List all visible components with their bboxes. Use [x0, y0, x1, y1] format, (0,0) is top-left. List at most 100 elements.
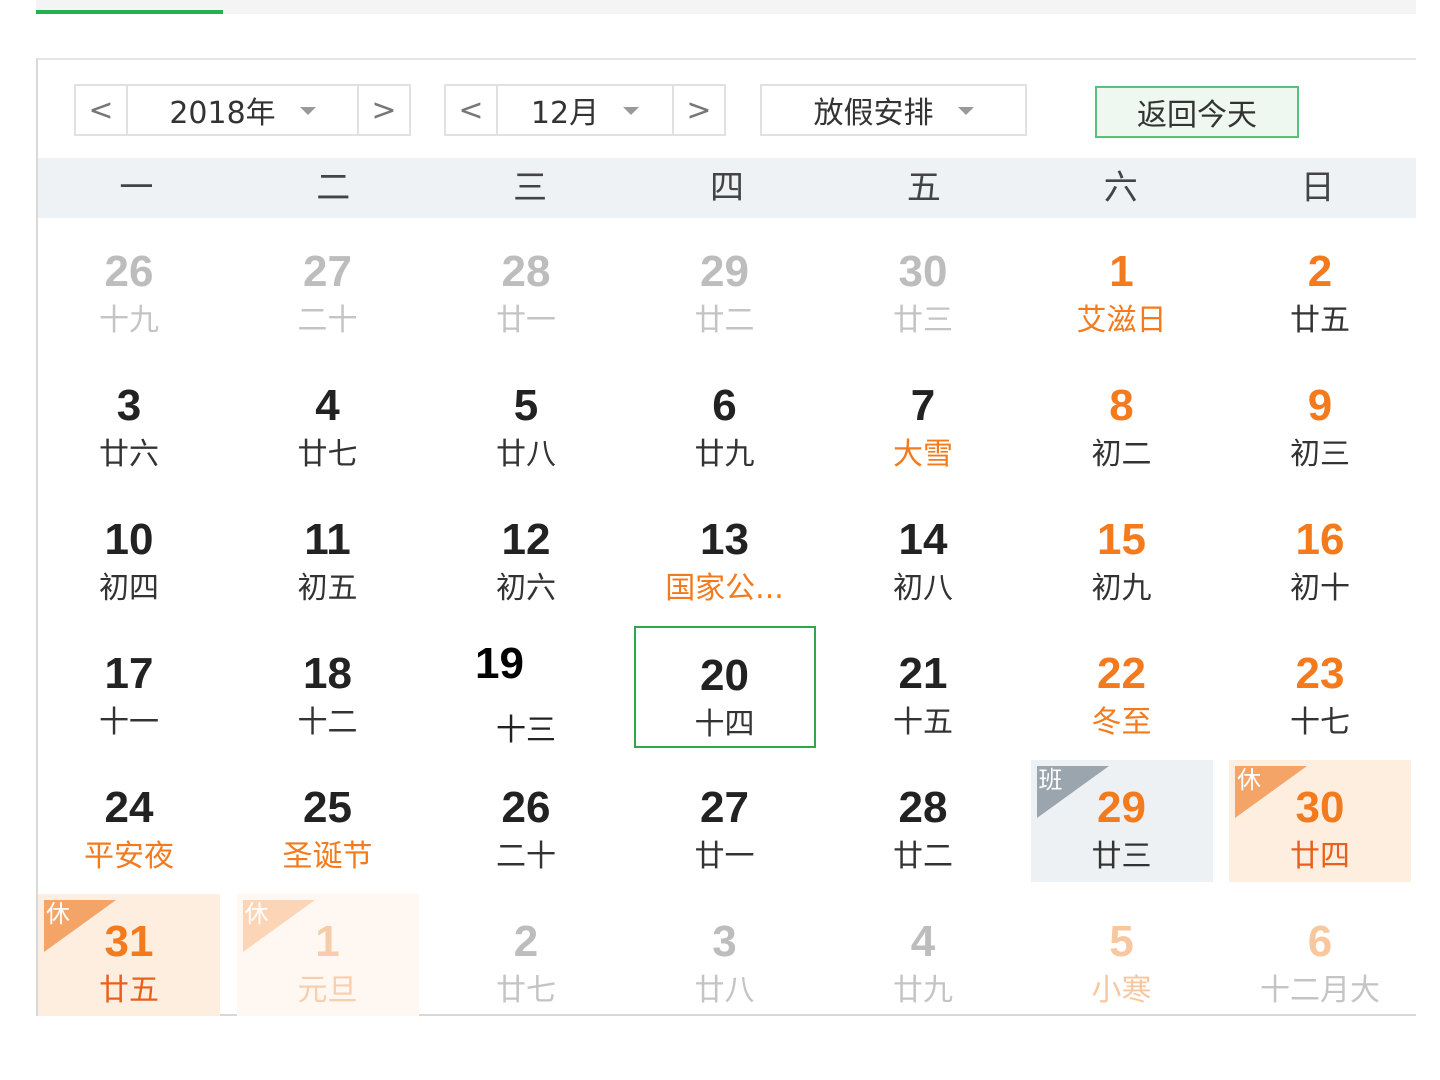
day-number: 10 [104, 515, 154, 564]
day-cell[interactable]: 3 廿六 [38, 358, 220, 480]
day-cell[interactable]: 4 廿七 [237, 358, 419, 480]
holiday-value: 放假安排 [813, 96, 934, 131]
weekday-header: 一 二 三 四 五 六 日 [38, 158, 1416, 218]
day-cell[interactable]: 27 二十 [237, 224, 419, 346]
prev-year-button[interactable]: < [76, 86, 128, 134]
day-number: 9 [1307, 381, 1333, 430]
calendar-grid: 26 十九 27 二十 28 廿一 29 廿二 30 廿三 1 艾滋日 2 廿五 3 廿六 4 廿七 5 廿八 6 廿九 7… [38, 218, 1416, 1016]
lunar-date: 十七 [1290, 705, 1350, 740]
next-month-button[interactable]: > [672, 86, 724, 134]
day-cell[interactable]: 8 初二 [1031, 358, 1213, 480]
day-number: 5 [1109, 917, 1134, 966]
day-cell[interactable]: 班 29 廿三 [1030, 760, 1213, 882]
day-cell[interactable]: 26 二十 [435, 760, 617, 882]
day-cell[interactable]: 2 廿七 [435, 894, 617, 1016]
lunar-date: 艾滋日 [1076, 303, 1167, 338]
top-tab-strip [36, 0, 1416, 14]
lunar-date: 二十 [297, 303, 358, 338]
day-cell[interactable]: 25 圣诞节 [237, 760, 419, 882]
day-cell[interactable]: 26 十九 [38, 224, 220, 346]
day-cell[interactable]: 27 廿一 [634, 760, 816, 882]
day-cell[interactable]: 20 十四 [633, 626, 816, 748]
day-cell[interactable]: 21 十五 [832, 626, 1014, 748]
chevron-down-icon [623, 107, 640, 115]
day-cell[interactable]: 17 十一 [38, 626, 220, 748]
day-cell[interactable]: 19 十三 [435, 626, 617, 748]
day-number: 29 [700, 247, 749, 296]
day-cell[interactable]: 13 国家公... [634, 492, 816, 614]
lunar-date: 廿八 [496, 437, 556, 472]
day-number: 31 [104, 917, 154, 966]
day-number: 24 [104, 783, 154, 832]
lunar-date: 圣诞节 [282, 839, 373, 874]
calendar-controls: < 2018年 > < 12月 > 放假安排 返回今天 [36, 84, 1416, 140]
lunar-date: 十五 [893, 705, 953, 740]
day-cell[interactable]: 7 大雪 [832, 358, 1014, 480]
day-cell[interactable]: 10 初四 [38, 492, 220, 614]
day-cell[interactable]: 23 十七 [1229, 626, 1411, 748]
day-number: 4 [315, 381, 340, 430]
lunar-date: 冬至 [1091, 705, 1152, 740]
day-cell[interactable]: 30 廿三 [832, 224, 1014, 346]
lunar-date: 廿七 [297, 437, 358, 472]
day-number: 2 [1307, 247, 1333, 296]
day-cell[interactable]: 2 廿五 [1229, 224, 1411, 346]
day-number: 17 [104, 649, 154, 698]
day-number: 13 [700, 515, 749, 564]
day-number: 7 [910, 381, 936, 430]
day-number: 26 [501, 783, 551, 832]
lunar-date: 廿七 [496, 973, 556, 1008]
day-cell[interactable]: 4 廿九 [832, 894, 1014, 1016]
day-cell[interactable]: 18 十二 [237, 626, 419, 748]
day-cell[interactable]: 11 初五 [237, 492, 419, 614]
day-cell[interactable]: 6 十二月大 [1229, 894, 1411, 1016]
day-cell[interactable]: 15 初九 [1031, 492, 1213, 614]
day-cell[interactable]: 22 冬至 [1031, 626, 1213, 748]
lunar-date: 廿一 [496, 303, 556, 338]
day-cell[interactable]: 9 初三 [1229, 358, 1411, 480]
day-cell[interactable]: 5 小寒 [1031, 894, 1213, 1016]
day-cell[interactable]: 14 初八 [832, 492, 1014, 614]
day-cell[interactable]: 28 廿一 [435, 224, 617, 346]
lunar-date: 廿五 [99, 973, 159, 1008]
holiday-selector[interactable]: 放假安排 [760, 84, 1027, 136]
lunar-date: 初四 [99, 571, 159, 606]
day-cell[interactable]: 28 廿二 [832, 760, 1014, 882]
back-to-today-button[interactable]: 返回今天 [1095, 86, 1299, 138]
lunar-date: 廿六 [99, 437, 159, 472]
day-cell[interactable]: 6 廿九 [634, 358, 816, 480]
next-year-button[interactable]: > [357, 86, 409, 134]
active-tab-indicator [36, 10, 223, 14]
month-dropdown[interactable]: 12月 [498, 86, 672, 134]
weekday-label: 一 [119, 168, 154, 208]
day-cell[interactable]: 休 31 廿五 [38, 894, 220, 1016]
day-cell[interactable]: 16 初十 [1229, 492, 1411, 614]
day-cell[interactable]: 休 1 元旦 [236, 894, 419, 1016]
day-cell[interactable]: 29 廿二 [634, 224, 816, 346]
day-number: 1 [315, 917, 340, 966]
lunar-date: 初十 [1290, 571, 1350, 606]
year-selector: < 2018年 > [74, 84, 411, 136]
weekday-label: 三 [513, 168, 548, 208]
day-cell[interactable]: 5 廿八 [435, 358, 617, 480]
day-number: 25 [303, 783, 352, 832]
weekday-label: 二 [316, 168, 351, 208]
holiday-dropdown[interactable]: 放假安排 [762, 86, 1025, 134]
prev-month-button[interactable]: < [446, 86, 498, 134]
year-dropdown[interactable]: 2018年 [128, 86, 357, 134]
lunar-date: 十一 [99, 705, 159, 740]
lunar-date: 廿九 [694, 437, 755, 472]
day-number: 19 [475, 639, 524, 688]
day-cell[interactable]: 3 廿八 [634, 894, 816, 1016]
lunar-date: 二十 [496, 839, 556, 874]
day-cell[interactable]: 12 初六 [435, 492, 617, 614]
day-cell[interactable]: 1 艾滋日 [1031, 224, 1213, 346]
lunar-date: 元旦 [297, 973, 358, 1008]
chevron-down-icon [299, 107, 316, 115]
lunar-date: 廿九 [893, 973, 953, 1008]
day-cell[interactable]: 休 30 廿四 [1229, 760, 1411, 882]
lunar-date: 初八 [893, 571, 953, 606]
day-cell[interactable]: 24 平安夜 [38, 760, 220, 882]
day-number: 2 [513, 917, 539, 966]
day-number: 18 [303, 649, 352, 698]
